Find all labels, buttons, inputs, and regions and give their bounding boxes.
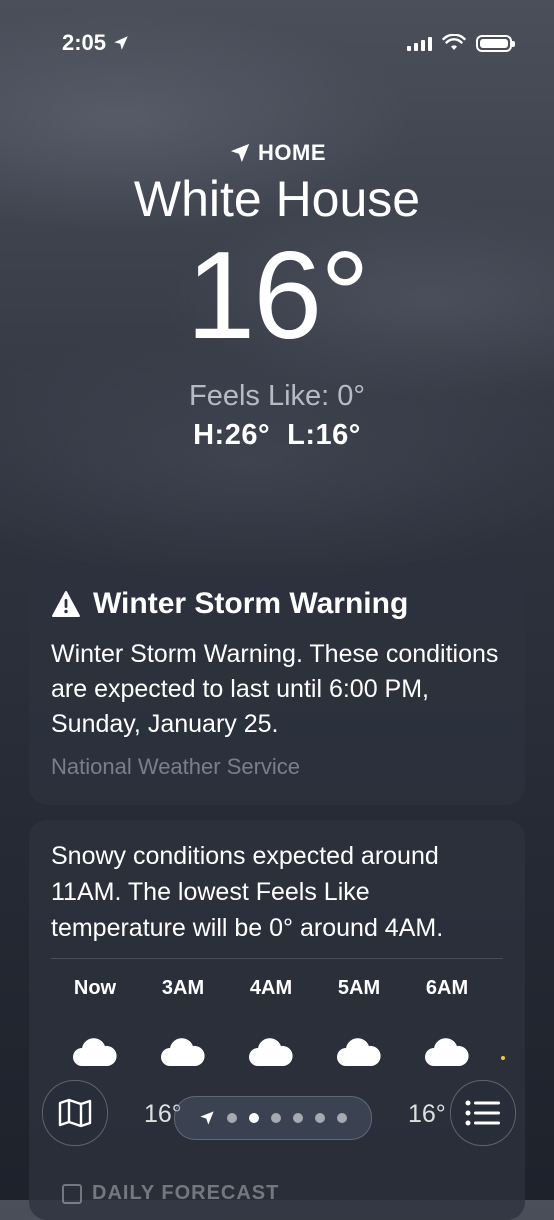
cloud-icon [249, 1038, 293, 1066]
hour-label: 5AM [337, 977, 381, 999]
severe-weather-alert-card[interactable]: Winter Storm Warning Winter Storm Warnin… [29, 563, 525, 805]
alert-title-text: Winter Storm Warning [93, 587, 409, 620]
sun-icon [501, 1056, 505, 1060]
location-arrow-icon [200, 1111, 214, 1125]
hour-column: 5AM [315, 977, 403, 1073]
divider [51, 958, 503, 959]
location-arrow-icon [230, 143, 250, 163]
list-icon [465, 1100, 500, 1126]
hourly-forecast-card[interactable]: Snowy conditions expected around 11AM. T… [29, 820, 525, 1220]
hour-column: 6: [491, 977, 521, 1073]
high-low: H:26° L:16° [193, 419, 361, 451]
hourly-strip[interactable]: Now 3AM 4AM 5AM 6AM 6: [51, 977, 521, 1073]
hourly-temp-peek: 16° [408, 1100, 446, 1128]
hour-label: 3AM [161, 977, 205, 999]
status-time: 2:05 [62, 30, 130, 56]
hour-column: Now [51, 977, 139, 1073]
cloud-icon [337, 1038, 381, 1066]
feels-like: Feels Like: 0° [188, 380, 365, 412]
page-dot [337, 1113, 347, 1123]
status-icons [407, 34, 515, 52]
battery-icon [476, 34, 515, 52]
wifi-icon [442, 34, 466, 50]
alert-source: National Weather Service [51, 754, 301, 779]
page-dot [227, 1113, 237, 1123]
clock-label: 2:05 [62, 30, 107, 55]
location-tag-label: HOME [258, 140, 326, 165]
location-pager[interactable] [174, 1096, 372, 1140]
page-dot [271, 1113, 281, 1123]
hour-label: Now [73, 977, 117, 999]
location-tag: HOME [0, 140, 554, 166]
current-conditions: HOME White House 16° Feels Like: 0° H:26… [0, 140, 554, 452]
cloud-icon [73, 1038, 117, 1066]
hour-column: 4AM [227, 977, 315, 1073]
current-temperature: 16° [186, 227, 370, 365]
cloud-icon [425, 1038, 469, 1066]
alert-description: Winter Storm Warning. These conditions a… [51, 640, 499, 738]
cellular-signal-icon [407, 35, 432, 51]
cloud-icon [161, 1038, 205, 1066]
daily-forecast-label: DAILY FORECAST [92, 1182, 280, 1204]
hour-column: 6AM [403, 977, 491, 1073]
city-name: White House [133, 171, 421, 227]
page-dot-active [249, 1113, 259, 1123]
hour-label: 6AM [425, 977, 469, 999]
calendar-icon [62, 1183, 82, 1204]
location-arrow-icon [114, 36, 128, 50]
map-icon [58, 1098, 92, 1128]
locations-list-button[interactable] [450, 1080, 516, 1146]
hour-column: 3AM [139, 977, 227, 1073]
page-dot [293, 1113, 303, 1123]
hourly-summary: Snowy conditions expected around 11AM. T… [51, 842, 444, 942]
alert-title: Winter Storm Warning [51, 587, 503, 621]
warning-triangle-icon [52, 591, 80, 617]
map-button[interactable] [42, 1080, 108, 1146]
hour-label: 4AM [249, 977, 293, 999]
page-dot [315, 1113, 325, 1123]
status-bar: 2:05 [0, 28, 554, 60]
hour-label: 6: [491, 977, 521, 1000]
bottom-toolbar: 16° 16° [0, 1080, 554, 1160]
daily-forecast-header: DAILY FORECAST [62, 1182, 279, 1205]
